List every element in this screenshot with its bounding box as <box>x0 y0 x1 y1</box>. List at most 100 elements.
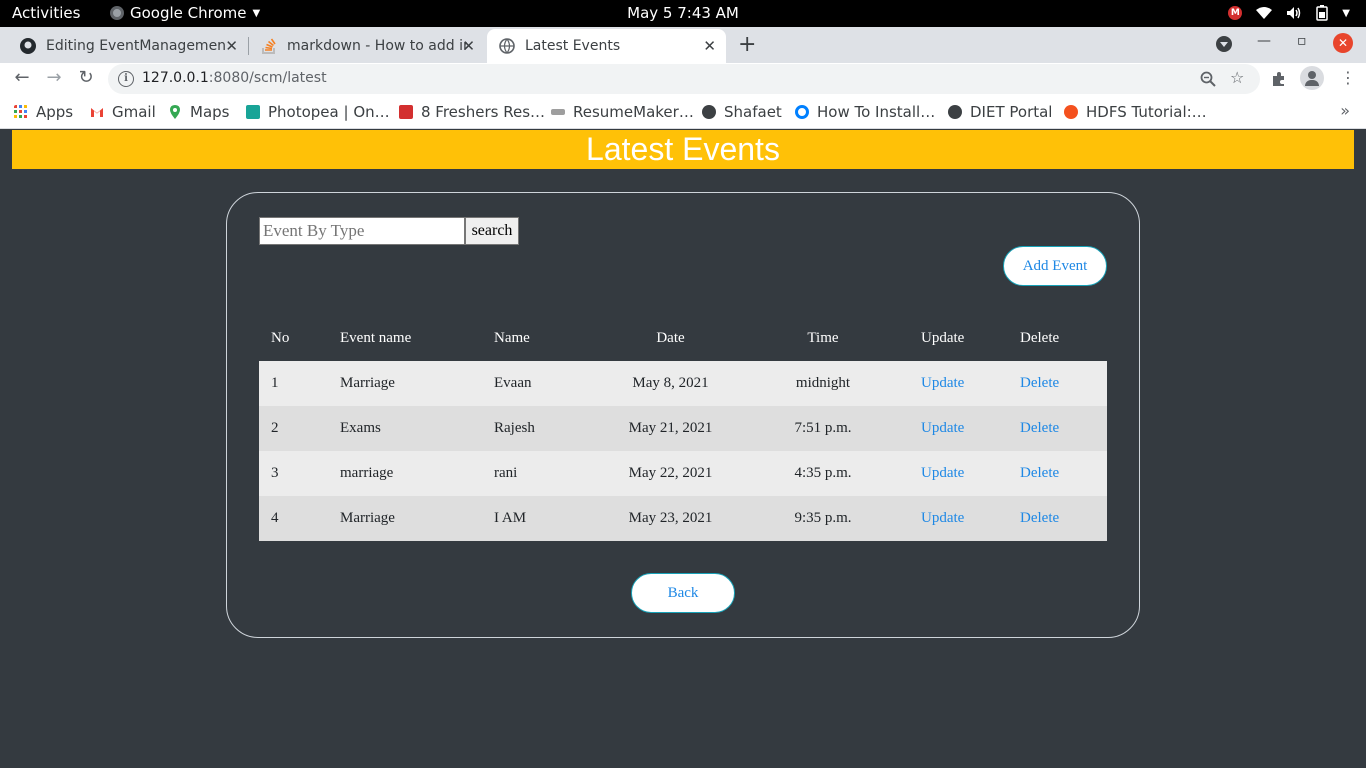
reload-icon[interactable]: ↻ <box>74 67 98 88</box>
cell-delete: Delete <box>1000 361 1107 406</box>
bookmark-label: DIET Portal <box>970 103 1053 121</box>
bookmark-label: HDFS Tutorial:… <box>1086 103 1207 121</box>
delete-link[interactable]: Delete <box>1020 420 1059 436</box>
cell-delete: Delete <box>1000 406 1107 451</box>
tab-close-icon[interactable]: ✕ <box>225 37 238 55</box>
column-header: Event name <box>340 330 412 346</box>
column-header: Date <box>656 330 685 346</box>
address-bar[interactable]: i 127.0.0.1:8080/scm/latest ☆ <box>108 64 1260 94</box>
photopea-icon <box>246 105 260 119</box>
bookmark-diet-portal[interactable]: DIET Portal <box>948 103 1052 121</box>
bookmark-gmail[interactable]: Gmail <box>90 103 156 121</box>
cell-time: 4:35 p.m. <box>794 465 852 481</box>
table-header-row: No Event name Name Date Time Update Dele… <box>259 316 1107 361</box>
resumemaker-icon <box>551 109 565 115</box>
update-link[interactable]: Update <box>921 510 964 526</box>
window-close-icon[interactable]: ✕ <box>1333 33 1353 53</box>
column-header: Time <box>807 330 839 346</box>
url-path: :8080/scm/latest <box>208 70 327 86</box>
add-event-button[interactable]: Add Event <box>1003 246 1107 286</box>
cell-no: 3 <box>271 465 279 481</box>
profile-avatar-icon[interactable] <box>1300 66 1324 90</box>
cell-event-name: marriage <box>340 465 394 481</box>
bookmark-label: Shafaet <box>724 103 782 121</box>
page-title: Latest Events <box>12 130 1354 169</box>
stackoverflow-icon <box>262 38 276 54</box>
bookmark-how-to-install[interactable]: How To Install… <box>795 103 935 121</box>
back-button[interactable]: Back <box>631 573 735 613</box>
bookmark-maps[interactable]: Maps <box>168 103 229 121</box>
volume-icon <box>1287 7 1301 19</box>
bookmark-label: How To Install… <box>817 103 936 121</box>
forward-arrow-icon[interactable]: → <box>42 67 66 88</box>
bookmark-shafaet[interactable]: Shafaet <box>702 103 782 121</box>
cell-no: 2 <box>271 420 279 436</box>
bookmark-label: Apps <box>36 103 74 121</box>
cell-update: Update <box>902 451 1000 496</box>
bookmark-resumemaker[interactable]: ResumeMaker… <box>551 103 694 121</box>
back-arrow-icon[interactable]: ← <box>10 67 34 88</box>
search-button[interactable]: search <box>465 217 519 245</box>
delete-link[interactable]: Delete <box>1020 510 1059 526</box>
minimize-icon[interactable]: — <box>1257 33 1271 49</box>
url-text[interactable]: 127.0.0.1:8080/scm/latest <box>142 70 327 86</box>
wifi-icon <box>1256 7 1273 19</box>
new-tab-plus-icon[interactable]: + <box>738 32 756 57</box>
cell-date: May 22, 2021 <box>628 465 713 481</box>
kebab-menu-icon[interactable]: ⋮ <box>1340 68 1356 87</box>
tab-latest-events[interactable]: Latest Events ✕ <box>487 29 726 63</box>
system-tray[interactable]: M ▼ <box>1228 5 1350 21</box>
zoom-icon[interactable] <box>1200 71 1216 87</box>
extensions-puzzle-icon[interactable] <box>1271 71 1287 87</box>
tab-close-icon[interactable]: ✕ <box>703 37 716 55</box>
browser-toolbar: ← → ↻ i 127.0.0.1:8080/scm/latest ☆ ⋮ <box>0 63 1366 95</box>
cell-event-name: Exams <box>340 420 381 436</box>
bookmark-label: Maps <box>190 103 230 121</box>
bookmarks-bar: Apps Gmail Maps Photopea | On… 8 Fresher… <box>0 95 1366 129</box>
delete-link[interactable]: Delete <box>1020 375 1059 391</box>
cell-no: 1 <box>271 375 279 391</box>
cell-update: Update <box>902 361 1000 406</box>
search-input[interactable] <box>259 217 465 245</box>
install-icon <box>795 105 809 119</box>
maximize-icon[interactable]: ▫ <box>1297 33 1307 49</box>
maps-icon <box>170 105 180 119</box>
cell-time: 9:35 p.m. <box>794 510 852 526</box>
tab-search-icon[interactable] <box>1216 36 1232 52</box>
tab-close-icon[interactable]: ✕ <box>462 37 475 55</box>
cell-update: Update <box>902 406 1000 451</box>
cell-no: 4 <box>271 510 279 526</box>
tab-markdown[interactable]: markdown - How to add im ✕ <box>249 29 485 63</box>
events-table: No Event name Name Date Time Update Dele… <box>259 316 1107 541</box>
bookmark-freshers[interactable]: 8 Freshers Res… <box>399 103 545 121</box>
tab-title: Editing EventManagemen <box>46 38 226 54</box>
column-header: Name <box>494 330 530 346</box>
cell-update: Update <box>902 496 1000 541</box>
delete-link[interactable]: Delete <box>1020 465 1059 481</box>
system-top-bar: Activities Google Chrome ▼ May 5 7:43 AM… <box>0 0 1366 27</box>
table-row: 4 Marriage I AM May 23, 2021 9:35 p.m. U… <box>259 496 1107 541</box>
bookmark-apps[interactable]: Apps <box>14 103 73 121</box>
apps-grid-icon <box>14 105 27 118</box>
cell-time: 7:51 p.m. <box>794 420 852 436</box>
cell-date: May 23, 2021 <box>628 510 713 526</box>
clock[interactable]: May 5 7:43 AM <box>0 4 1366 22</box>
tab-title: markdown - How to add im <box>287 38 467 54</box>
column-header: Delete <box>1020 330 1060 346</box>
cell-delete: Delete <box>1000 451 1107 496</box>
cell-name: Evaan <box>494 375 532 391</box>
update-link[interactable]: Update <box>921 420 964 436</box>
bookmark-photopea[interactable]: Photopea | On… <box>246 103 390 121</box>
update-link[interactable]: Update <box>921 375 964 391</box>
bookmark-star-icon[interactable]: ☆ <box>1230 68 1244 87</box>
site-info-icon[interactable]: i <box>118 71 134 87</box>
gmail-icon <box>91 108 103 117</box>
bookmarks-overflow-icon[interactable]: » <box>1340 101 1350 120</box>
freshers-icon <box>399 105 413 119</box>
mega-icon[interactable]: M <box>1228 6 1243 20</box>
bookmark-hdfs[interactable]: HDFS Tutorial:… <box>1064 103 1207 121</box>
table-row: 2 Exams Rajesh May 21, 2021 7:51 p.m. Up… <box>259 406 1107 451</box>
update-link[interactable]: Update <box>921 465 964 481</box>
globe-icon <box>948 105 962 119</box>
tab-editing[interactable]: Editing EventManagemen ✕ <box>8 29 248 63</box>
